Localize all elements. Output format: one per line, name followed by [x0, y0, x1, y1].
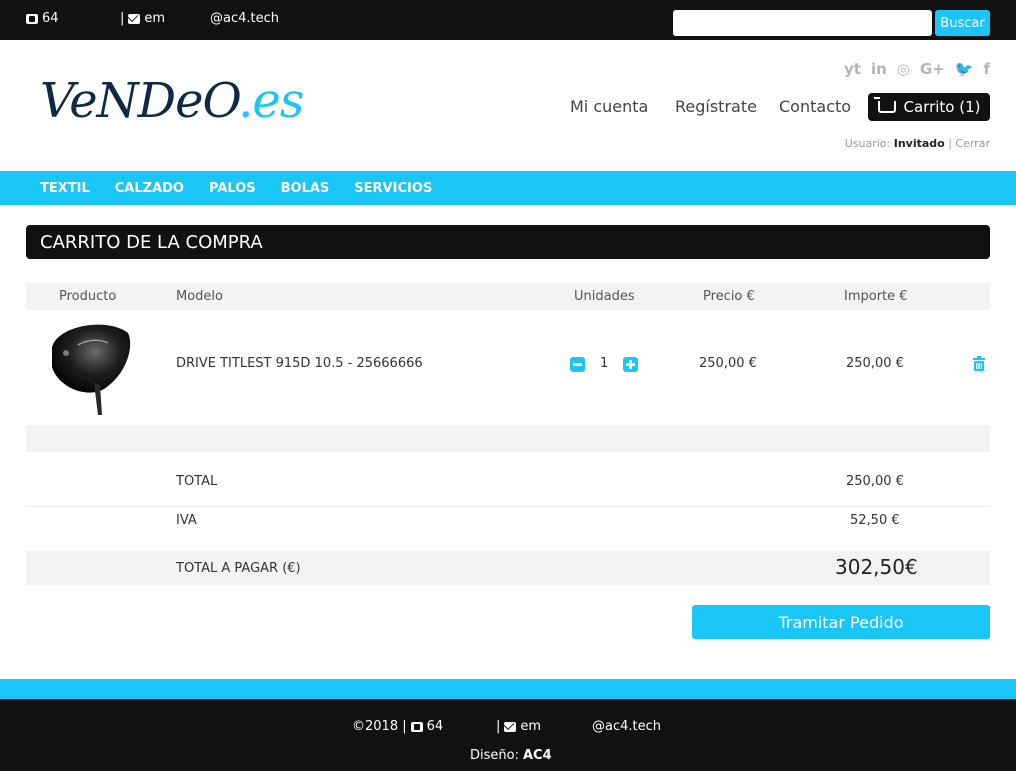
site-logo[interactable]: VeNDeO.es — [40, 73, 304, 129]
totals-divider — [26, 506, 990, 507]
category-nav: TEXTIL CALZADO PALOS BOLAS SERVICIOS — [0, 171, 1016, 205]
facebook-icon[interactable]: f — [983, 60, 990, 78]
header-model: Modelo — [176, 289, 223, 304]
footer: ©2018 | 64 | em @ac4.tech Diseño: AC4 — [0, 699, 1016, 771]
footer-phone: 64 — [426, 719, 444, 734]
iva-label: IVA — [176, 513, 197, 528]
youtube-icon[interactable]: yt — [844, 60, 861, 78]
footer-copyright-group: ©2018 | 64 — [352, 719, 443, 734]
nav-register[interactable]: Regístrate — [675, 97, 757, 116]
category-textil[interactable]: TEXTIL — [40, 181, 90, 196]
footer-stripe — [0, 679, 1016, 699]
total-value: 250,00 € — [846, 474, 904, 489]
user-status: Usuario: Invitado | Cerrar — [845, 137, 990, 150]
footer-copyright: ©2018 | — [352, 719, 407, 734]
topbar-email-separator: | — [120, 11, 125, 26]
iva-value: 52,50 € — [850, 513, 900, 528]
nav-contact[interactable]: Contacto — [779, 97, 851, 116]
google-plus-icon[interactable]: G+ — [920, 60, 945, 78]
pay-value: 302,50€ — [835, 555, 918, 579]
category-calzado[interactable]: CALZADO — [115, 181, 184, 196]
cart-label: Carrito (1) — [903, 98, 981, 116]
instagram-icon[interactable]: ◎ — [897, 60, 910, 78]
footer-email[interactable]: em — [520, 719, 541, 734]
increase-quantity-button[interactable] — [623, 357, 638, 372]
cart-icon — [873, 97, 896, 113]
category-bolas[interactable]: BOLAS — [281, 181, 330, 196]
item-model: DRIVE TITLEST 915D 10.5 - 25666666 — [176, 356, 423, 371]
item-price: 250,00 € — [699, 356, 757, 371]
logout-link[interactable]: Cerrar — [955, 137, 990, 150]
logo-main-text: VeNDeO — [40, 73, 239, 129]
total-pay-row: TOTAL A PAGAR (€) 302,50€ — [26, 551, 990, 585]
header-amount: Importe € — [844, 289, 908, 304]
footer-email-group: | em — [496, 719, 541, 734]
decrease-quantity-button[interactable] — [570, 357, 585, 372]
item-amount: 250,00 € — [846, 356, 904, 371]
user-name: Invitado — [893, 137, 945, 150]
phone-icon — [26, 13, 38, 24]
category-palos[interactable]: PALOS — [209, 181, 256, 196]
pay-label: TOTAL A PAGAR (€) — [176, 561, 301, 576]
search-input[interactable] — [673, 10, 932, 36]
footer-domain[interactable]: @ac4.tech — [592, 719, 661, 734]
footer-mail-icon — [504, 721, 517, 732]
twitter-icon[interactable]: 🐦 — [955, 60, 974, 78]
checkout-button[interactable]: Tramitar Pedido — [692, 605, 990, 639]
social-links: yt in ◎ G+ 🐦 f — [844, 60, 990, 78]
footer-domain-group: @ac4.tech — [592, 719, 661, 734]
total-label: TOTAL — [176, 474, 218, 489]
topbar-email: | em — [120, 11, 165, 26]
topbar-phone-number: 64 — [42, 11, 59, 26]
footer-design-label: Diseño: — [470, 748, 519, 763]
trash-icon[interactable] — [973, 356, 985, 371]
footer-design-group: Diseño: AC4 — [470, 748, 552, 763]
topbar-email-text[interactable]: em — [144, 11, 165, 26]
user-prefix: Usuario: — [844, 137, 894, 150]
topbar-phone: 64 — [26, 11, 59, 26]
linkedin-icon[interactable]: in — [871, 60, 887, 78]
footer-design-value: AC4 — [522, 748, 552, 763]
top-bar: 64 | em @ac4.tech Buscar — [0, 0, 1016, 40]
footer-email-separator: | — [496, 719, 501, 734]
logo-ext-text: .es — [238, 73, 304, 129]
page-title: CARRITO DE LA COMPRA — [26, 225, 990, 259]
product-image[interactable] — [38, 315, 136, 415]
category-servicios[interactable]: SERVICIOS — [354, 181, 432, 196]
header-units: Unidades — [574, 289, 635, 304]
topbar-domain: @ac4.tech — [210, 11, 279, 26]
nav-my-account[interactable]: Mi cuenta — [570, 97, 648, 116]
header-price: Precio € — [703, 289, 755, 304]
footer-phone-icon — [410, 721, 423, 732]
cart-button[interactable]: Carrito (1) — [868, 93, 990, 121]
item-quantity[interactable]: 1 — [600, 356, 608, 371]
mail-icon — [128, 13, 141, 24]
cart-table-header: Producto Modelo Unidades Precio € Import… — [26, 283, 990, 310]
table-separator-band — [26, 425, 990, 452]
user-separator: | — [944, 137, 956, 150]
header-product: Producto — [59, 289, 117, 304]
topbar-domain-text[interactable]: @ac4.tech — [210, 11, 279, 26]
search-button[interactable]: Buscar — [935, 10, 990, 36]
